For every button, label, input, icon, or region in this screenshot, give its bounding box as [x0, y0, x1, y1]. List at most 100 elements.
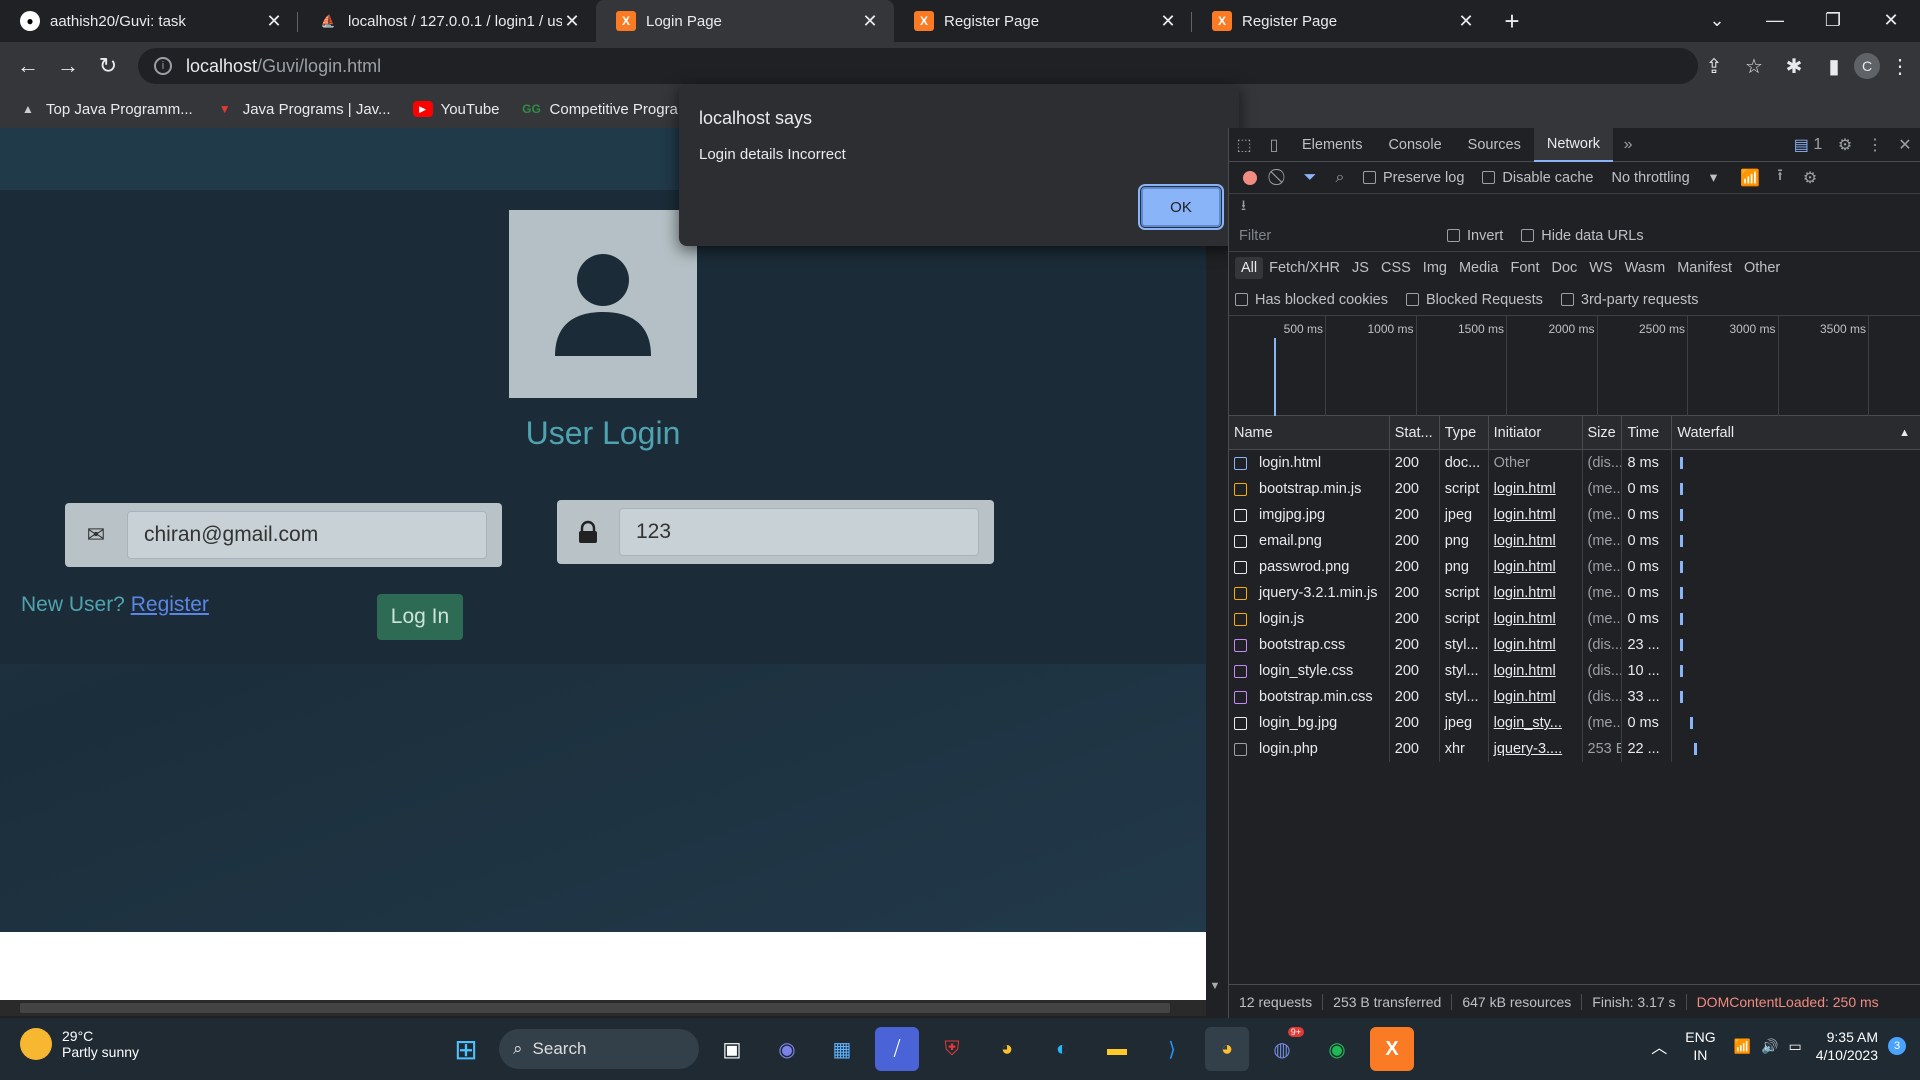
- battery-icon[interactable]: ▭: [1788, 1038, 1801, 1055]
- cell-initiator[interactable]: login.html: [1489, 632, 1583, 658]
- record-icon[interactable]: [1235, 161, 1265, 195]
- col-time[interactable]: Time: [1622, 415, 1673, 450]
- power-automate-icon[interactable]: ⧸: [875, 1027, 919, 1071]
- type-filter-all[interactable]: All: [1235, 257, 1264, 279]
- horizontal-scrollbar[interactable]: [0, 1000, 1206, 1016]
- side-panel-icon[interactable]: ▮: [1814, 46, 1854, 86]
- cell-initiator[interactable]: login_sty...: [1489, 710, 1583, 736]
- table-row[interactable]: login_bg.jpg 200 jpeg login_sty... (me... 0 m…: [1229, 710, 1920, 736]
- tab-register-page-2[interactable]: X Register Page ✕: [1192, 0, 1490, 42]
- disable-cache-checkbox[interactable]: Disable cache: [1482, 170, 1593, 186]
- extensions-icon[interactable]: ✱: [1774, 46, 1814, 86]
- more-tabs-icon[interactable]: »: [1613, 128, 1643, 162]
- chevron-up-icon[interactable]: ︿: [1651, 1034, 1667, 1058]
- scroll-down-arrow[interactable]: ▼: [1206, 980, 1224, 1000]
- col-status[interactable]: Stat...: [1390, 415, 1440, 450]
- cell-initiator[interactable]: login.html: [1489, 606, 1583, 632]
- kebab-icon[interactable]: ⋮: [1860, 128, 1890, 162]
- preserve-log-checkbox[interactable]: Preserve log: [1363, 170, 1464, 186]
- clock[interactable]: 9:35 AM 4/10/2023: [1816, 1028, 1878, 1064]
- new-tab-button[interactable]: +: [1490, 0, 1534, 42]
- table-row[interactable]: login_style.css 200 styl... login.html (dis.…: [1229, 658, 1920, 684]
- close-icon[interactable]: ✕: [562, 11, 582, 32]
- bookmark-item[interactable]: GG Competitive Progra...: [522, 101, 690, 118]
- edge-icon[interactable]: ◐: [1040, 1027, 1084, 1071]
- filter-input[interactable]: Filter: [1235, 224, 1435, 247]
- minimize-icon[interactable]: —: [1746, 0, 1804, 40]
- cell-initiator[interactable]: jquery-3....: [1489, 736, 1583, 762]
- network-settings-icon[interactable]: ⚙: [1795, 161, 1825, 195]
- type-filter-manifest[interactable]: Manifest: [1671, 257, 1738, 279]
- ok-button[interactable]: OK: [1138, 184, 1224, 230]
- export-icon[interactable]: ⭳: [1235, 195, 1246, 220]
- device-toggle-icon[interactable]: ▯: [1259, 128, 1289, 162]
- bookmark-item[interactable]: ▼ Java Programs | Jav...: [215, 101, 391, 118]
- tab-elements[interactable]: Elements: [1289, 128, 1375, 162]
- col-name[interactable]: Name: [1229, 415, 1390, 450]
- discord-icon[interactable]: ◍ 9+: [1260, 1027, 1304, 1071]
- address-bar[interactable]: i localhost/Guvi/login.html: [138, 48, 1698, 84]
- email-input[interactable]: chiran@gmail.com: [127, 511, 487, 559]
- invert-checkbox[interactable]: Invert: [1447, 228, 1503, 244]
- filter-funnel-icon[interactable]: ⏷: [1295, 161, 1325, 195]
- bookmark-item[interactable]: ▲ Top Java Programm...: [18, 101, 193, 118]
- gear-icon[interactable]: ⚙: [1830, 128, 1860, 162]
- col-type[interactable]: Type: [1440, 415, 1489, 450]
- xampp-icon[interactable]: X: [1370, 1027, 1414, 1071]
- input-language[interactable]: ENG IN: [1685, 1028, 1715, 1064]
- table-row[interactable]: passwrod.png 200 png login.html (me... 0 ms: [1229, 554, 1920, 580]
- tab-phpmyadmin[interactable]: ⛵ localhost / 127.0.0.1 / login1 / us ✕: [298, 0, 596, 42]
- type-filter-ws[interactable]: WS: [1583, 257, 1618, 279]
- menu-kebab-icon[interactable]: ⋮: [1880, 46, 1920, 86]
- restore-icon[interactable]: ❐: [1804, 0, 1862, 40]
- password-input[interactable]: 123: [619, 508, 979, 556]
- type-filter-fetch-xhr[interactable]: Fetch/XHR: [1263, 257, 1346, 279]
- type-filter-font[interactable]: Font: [1504, 257, 1545, 279]
- task-view-icon[interactable]: ▣: [710, 1027, 754, 1071]
- col-size[interactable]: Size: [1583, 415, 1623, 450]
- table-row[interactable]: bootstrap.min.js 200 script login.html (me..…: [1229, 476, 1920, 502]
- wifi-icon[interactable]: 📶: [1734, 1038, 1751, 1055]
- cell-initiator[interactable]: login.html: [1489, 528, 1583, 554]
- tab-network[interactable]: Network: [1533, 127, 1614, 162]
- share-icon[interactable]: ⇪: [1694, 46, 1734, 86]
- register-link[interactable]: Register: [131, 593, 209, 616]
- windows-start-icon[interactable]: ⊞: [444, 1027, 488, 1071]
- tab-register-page-1[interactable]: X Register Page ✕: [894, 0, 1192, 42]
- close-window-icon[interactable]: ✕: [1862, 0, 1920, 40]
- clear-icon[interactable]: ⃠: [1265, 161, 1295, 195]
- hide-data-urls-checkbox[interactable]: Hide data URLs: [1521, 228, 1644, 244]
- cell-initiator[interactable]: login.html: [1489, 502, 1583, 528]
- table-row[interactable]: bootstrap.css 200 styl... login.html (dis...…: [1229, 632, 1920, 658]
- blocked-cookies-checkbox[interactable]: Has blocked cookies: [1235, 292, 1388, 308]
- type-filter-img[interactable]: Img: [1417, 257, 1453, 279]
- tab-search-icon[interactable]: ⌄: [1688, 0, 1746, 40]
- table-row[interactable]: login.php 200 xhr jquery-3.... 253 B 22 ...: [1229, 736, 1920, 762]
- close-icon[interactable]: ✕: [264, 11, 284, 32]
- notification-badge[interactable]: 3: [1888, 1037, 1906, 1055]
- network-overview-timeline[interactable]: 500 ms 1000 ms 1500 ms 2000 ms 2500 ms 3000 m…: [1229, 316, 1920, 416]
- close-icon[interactable]: ✕: [1456, 11, 1476, 32]
- col-waterfall[interactable]: Waterfall ▲: [1672, 416, 1920, 450]
- cell-initiator[interactable]: login.html: [1489, 476, 1583, 502]
- tab-github[interactable]: ● aathish20/Guvi: task ✕: [0, 0, 298, 42]
- cell-initiator[interactable]: login.html: [1489, 658, 1583, 684]
- taskbar-search[interactable]: ⌕ Search: [499, 1029, 699, 1069]
- type-filter-media[interactable]: Media: [1453, 257, 1505, 279]
- back-icon[interactable]: ←: [8, 46, 48, 86]
- type-filter-js[interactable]: JS: [1346, 257, 1375, 279]
- type-filter-wasm[interactable]: Wasm: [1619, 257, 1672, 279]
- teams-chat-icon[interactable]: ◉: [765, 1027, 809, 1071]
- tab-sources[interactable]: Sources: [1455, 128, 1534, 162]
- throttling-select[interactable]: No throttling ▾: [1611, 170, 1717, 186]
- tab-login-page[interactable]: X Login Page ✕: [596, 0, 894, 42]
- profile-avatar[interactable]: C: [1854, 53, 1880, 79]
- weather-widget[interactable]: 29°C Partly sunny: [20, 1028, 139, 1060]
- tab-console[interactable]: Console: [1375, 128, 1454, 162]
- volume-icon[interactable]: 🔊: [1761, 1038, 1778, 1055]
- info-icon[interactable]: i: [154, 57, 172, 75]
- cell-initiator[interactable]: login.html: [1489, 684, 1583, 710]
- col-initiator[interactable]: Initiator: [1489, 415, 1583, 450]
- type-filter-other[interactable]: Other: [1738, 257, 1786, 279]
- vscode-icon[interactable]: ⟩: [1150, 1027, 1194, 1071]
